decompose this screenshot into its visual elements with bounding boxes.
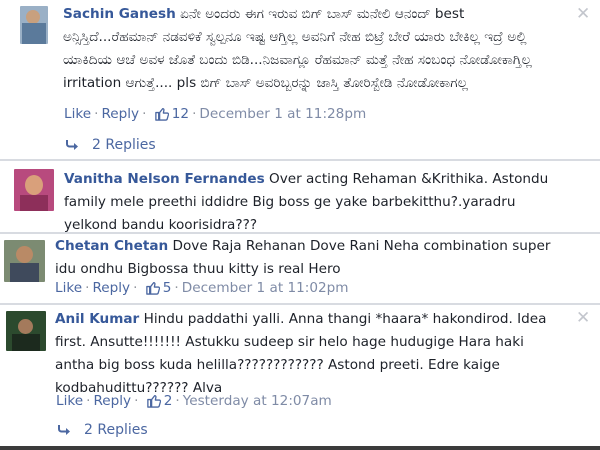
avatar[interactable] bbox=[4, 240, 45, 282]
comment-actions: Like · Reply · 2 · Yesterday at 12:07am bbox=[56, 393, 332, 412]
like-link[interactable]: Like bbox=[64, 106, 91, 122]
divider bbox=[0, 232, 600, 234]
comment-author[interactable]: Vanitha Nelson Fernandes bbox=[64, 171, 265, 187]
comment-author[interactable]: Anil Kumar bbox=[55, 311, 139, 327]
reply-link[interactable]: Reply bbox=[92, 280, 130, 296]
reply-link[interactable]: Reply bbox=[93, 393, 131, 409]
reply-arrow-icon bbox=[66, 139, 80, 155]
reply-arrow-icon bbox=[58, 424, 72, 440]
like-count[interactable]: 12 bbox=[172, 106, 189, 122]
timestamp[interactable]: December 1 at 11:02pm bbox=[182, 280, 349, 296]
close-icon[interactable]: ✕ bbox=[576, 310, 590, 327]
view-replies-link[interactable]: 2 Replies bbox=[58, 422, 148, 440]
like-count[interactable]: 2 bbox=[164, 393, 173, 409]
comment-author[interactable]: Sachin Ganesh bbox=[63, 6, 176, 22]
reply-link[interactable]: Reply bbox=[101, 106, 139, 122]
timestamp[interactable]: December 1 at 11:28pm bbox=[199, 106, 366, 122]
comment-actions: Like · Reply · 12 · December 1 at 11:28pm bbox=[64, 106, 366, 125]
divider bbox=[0, 303, 600, 305]
timestamp[interactable]: Yesterday at 12:07am bbox=[183, 393, 332, 409]
avatar[interactable] bbox=[14, 169, 54, 211]
comment-author[interactable]: Chetan Chetan bbox=[55, 238, 168, 254]
replies-count[interactable]: 2 Replies bbox=[84, 422, 148, 438]
bottom-border bbox=[0, 446, 600, 450]
like-thumb-icon bbox=[145, 280, 160, 299]
divider bbox=[0, 159, 600, 161]
avatar[interactable] bbox=[6, 311, 46, 351]
like-link[interactable]: Like bbox=[56, 393, 83, 409]
avatar[interactable] bbox=[20, 6, 48, 44]
like-thumb-icon bbox=[146, 393, 161, 412]
like-thumb-icon bbox=[154, 106, 169, 125]
replies-count[interactable]: 2 Replies bbox=[92, 137, 156, 153]
close-icon[interactable]: ✕ bbox=[576, 6, 590, 23]
view-replies-link[interactable]: 2 Replies bbox=[66, 137, 156, 155]
comment-actions: Like · Reply · 5 · December 1 at 11:02pm bbox=[55, 280, 349, 299]
like-count[interactable]: 5 bbox=[163, 280, 172, 296]
like-link[interactable]: Like bbox=[55, 280, 82, 296]
